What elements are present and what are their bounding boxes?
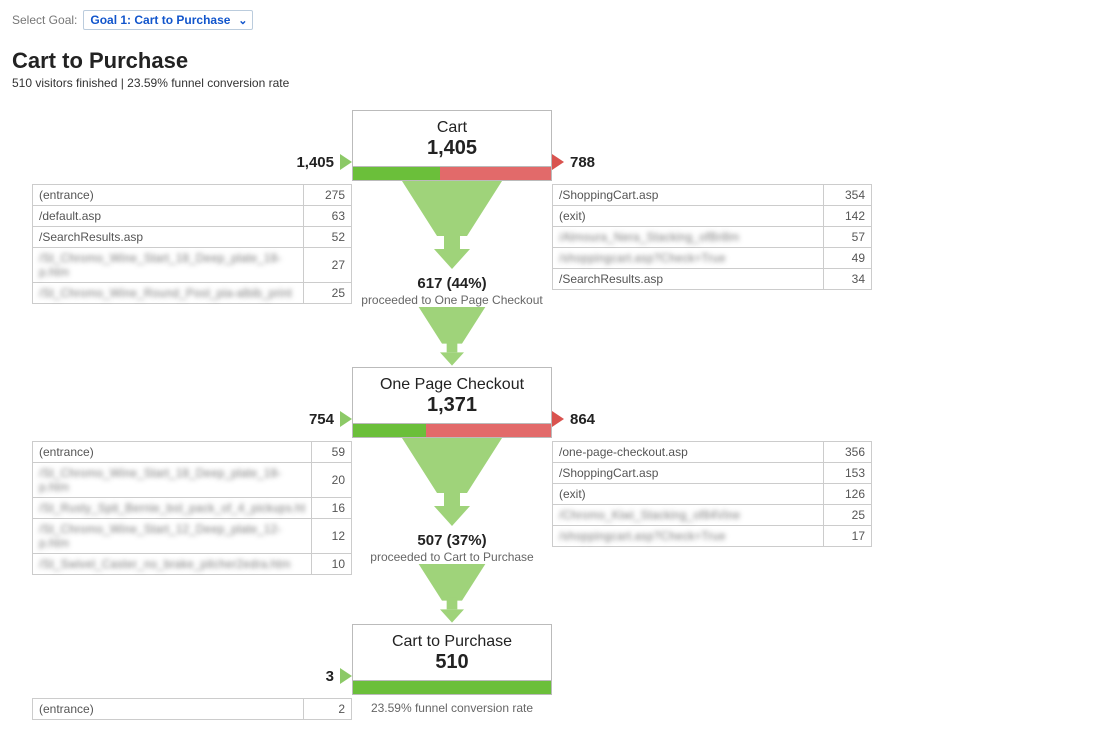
exit-row: /ShoppingCart.asp354 bbox=[553, 185, 872, 206]
step-in: 754 bbox=[309, 407, 352, 431]
source-table: (entrance)59/St_Chromo_Wine_Start_18_Dee… bbox=[32, 441, 352, 575]
flow-arrow-icon bbox=[392, 438, 512, 528]
bar-exit bbox=[440, 167, 551, 180]
source-row: /SearchResults.asp52 bbox=[33, 227, 352, 248]
conversion-rate-label: 23.59% funnel conversion rate bbox=[371, 695, 533, 715]
source-table: (entrance)2 bbox=[32, 698, 352, 720]
arrow-right-icon bbox=[340, 668, 352, 684]
step-box: Cart1,405 bbox=[352, 110, 552, 167]
source-row: /St_Chromo_Wine_Start_18_Deep_plate_18-p… bbox=[33, 248, 352, 283]
exit-row: /shoppingcart.asp?Check=True49 bbox=[553, 248, 872, 269]
step-count: 1,371 bbox=[359, 394, 545, 417]
funnel-visualization: 1,405 (entrance)275/default.asp63/SearchR… bbox=[12, 110, 1091, 740]
select-goal-label: Select Goal: bbox=[12, 13, 77, 27]
arrow-right-icon bbox=[340, 154, 352, 170]
step-out: 864 bbox=[552, 407, 595, 431]
source-row: /St_Rusty_Spit_Bernie_bol_pack_of_4_pick… bbox=[33, 498, 352, 519]
step-bar bbox=[352, 681, 552, 695]
funnel-step: 1,405 (entrance)275/default.asp63/SearchR… bbox=[12, 110, 1091, 367]
exit-table: /one-page-checkout.asp356/ShoppingCart.a… bbox=[552, 441, 872, 547]
bar-exit bbox=[426, 424, 551, 437]
in-count: 754 bbox=[309, 411, 334, 428]
exit-row: /one-page-checkout.asp356 bbox=[553, 442, 872, 463]
step-name: One Page Checkout bbox=[359, 376, 545, 394]
step-count: 1,405 bbox=[359, 137, 545, 160]
flow-arrow-icon bbox=[392, 181, 512, 271]
out-count: 788 bbox=[570, 154, 595, 171]
step-flow: 507 (37%)proceeded to Cart to Purchase bbox=[352, 438, 552, 624]
exit-table: /ShoppingCart.asp354(exit)142/Almoura_Ne… bbox=[552, 184, 872, 290]
flow-arrow-icon bbox=[392, 307, 512, 367]
funnel-step: 754 (entrance)59/St_Chromo_Wine_Start_18_… bbox=[12, 367, 1091, 624]
arrow-right-icon bbox=[340, 411, 352, 427]
exit-row: (exit)126 bbox=[553, 484, 872, 505]
step-in: 1,405 bbox=[296, 150, 352, 174]
step-out: 788 bbox=[552, 150, 595, 174]
page-title: Cart to Purchase bbox=[12, 48, 1091, 74]
step-name: Cart to Purchase bbox=[359, 633, 545, 651]
bar-proceed bbox=[353, 424, 426, 437]
source-row: /St_Swivel_Caster_no_brake_pitcher2edra.… bbox=[33, 554, 352, 575]
step-box: One Page Checkout1,371 bbox=[352, 367, 552, 424]
source-row: /St_Chromo_Wine_Round_Pool_pia-albib_pri… bbox=[33, 283, 352, 304]
goal-dropdown[interactable]: Goal 1: Cart to Purchase ⌄ bbox=[83, 10, 253, 30]
step-bar bbox=[352, 167, 552, 181]
step-bar bbox=[352, 424, 552, 438]
source-row: (entrance)2 bbox=[33, 699, 352, 720]
arrow-right-exit-icon bbox=[552, 154, 564, 170]
exit-row: /Almoura_Nera_Stacking_ofBrillm57 bbox=[553, 227, 872, 248]
in-count: 3 bbox=[326, 668, 334, 685]
source-row: /St_Chromo_Wine_Start_18_Deep_plate_18-p… bbox=[33, 463, 352, 498]
chevron-down-icon: ⌄ bbox=[238, 14, 247, 27]
source-row: /St_Chromo_Wine_Start_12_Deep_plate_12-p… bbox=[33, 519, 352, 554]
step-box: Cart to Purchase510 bbox=[352, 624, 552, 681]
source-row: /default.asp63 bbox=[33, 206, 352, 227]
exit-row: (exit)142 bbox=[553, 206, 872, 227]
source-table: (entrance)275/default.asp63/SearchResult… bbox=[32, 184, 352, 304]
exit-row: /shoppingcart.asp?Check=True17 bbox=[553, 526, 872, 547]
source-row: (entrance)59 bbox=[33, 442, 352, 463]
source-row: (entrance)275 bbox=[33, 185, 352, 206]
goal-dropdown-value: Goal 1: Cart to Purchase bbox=[90, 13, 230, 27]
exit-row: /SearchResults.asp34 bbox=[553, 269, 872, 290]
funnel-step: 3(entrance)2Cart to Purchase51023.59% fu… bbox=[12, 624, 1091, 720]
page-subtitle: 510 visitors finished | 23.59% funnel co… bbox=[12, 76, 1091, 90]
step-flow: 617 (44%)proceeded to One Page Checkout bbox=[352, 181, 552, 367]
step-count: 510 bbox=[359, 651, 545, 674]
step-name: Cart bbox=[359, 119, 545, 137]
step-in: 3 bbox=[326, 664, 352, 688]
exit-row: /ShoppingCart.asp153 bbox=[553, 463, 872, 484]
in-count: 1,405 bbox=[296, 154, 334, 171]
exit-row: /Chromo_Kiwi_Stacking_of84Vine25 bbox=[553, 505, 872, 526]
arrow-right-exit-icon bbox=[552, 411, 564, 427]
bar-proceed bbox=[353, 167, 440, 180]
bar-proceed bbox=[353, 681, 551, 694]
flow-arrow-icon bbox=[392, 564, 512, 624]
out-count: 864 bbox=[570, 411, 595, 428]
